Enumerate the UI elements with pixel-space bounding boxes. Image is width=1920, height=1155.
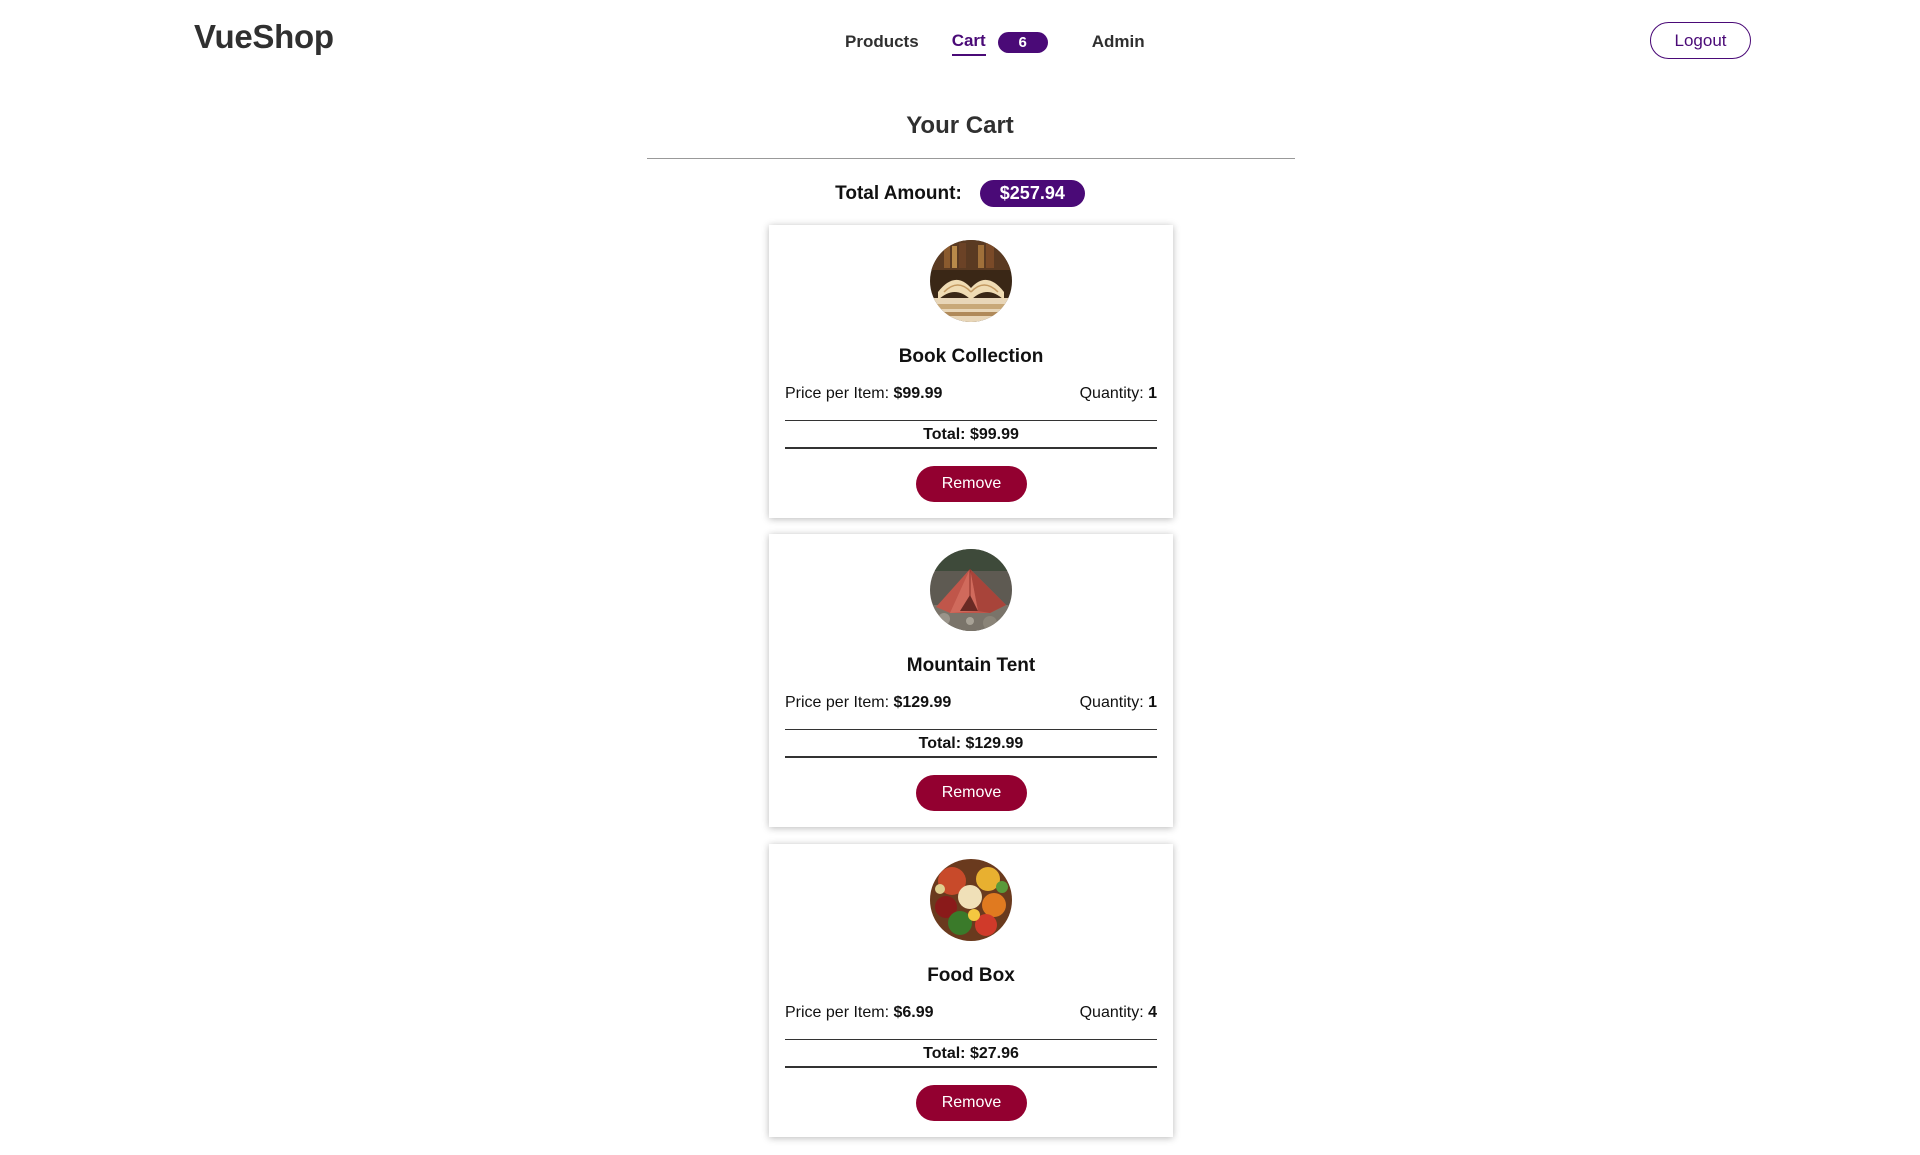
cart-total-row: Total Amount: $257.94 <box>0 180 1920 207</box>
title-divider <box>647 158 1295 159</box>
main-nav: Products Cart 6 Admin <box>845 28 1145 56</box>
product-name: Mountain Tent <box>906 655 1036 676</box>
item-total: Total: $27.96 <box>785 1039 1157 1068</box>
remove-button[interactable]: Remove <box>916 466 1027 502</box>
item-total-value: $99.99 <box>969 426 1019 443</box>
top-navbar: VueShop Products Cart 6 Admin Logout <box>0 0 1920 82</box>
red-tent-photo-icon <box>930 549 1012 631</box>
remove-button[interactable]: Remove <box>916 775 1027 811</box>
item-total: Total: $129.99 <box>785 729 1157 758</box>
nav-admin-link[interactable]: Admin <box>1092 32 1145 52</box>
price-value: $129.99 <box>893 694 952 711</box>
cart-item-card: Mountain Tent Price per Item: $129.99 Qu… <box>769 534 1173 827</box>
open-book-photo-icon <box>930 240 1012 322</box>
item-info-row: Price per Item: $129.99 Quantity: 1 <box>785 694 1157 712</box>
item-info-row: Price per Item: $99.99 Quantity: 1 <box>785 385 1157 403</box>
cart-count-badge[interactable]: 6 <box>997 31 1048 53</box>
product-image <box>930 240 1012 322</box>
item-total-value: $27.96 <box>969 1045 1019 1062</box>
product-image <box>930 859 1012 941</box>
cart-item-card: Food Box Price per Item: $6.99 Quantity:… <box>769 844 1173 1137</box>
nav-products-link[interactable]: Products <box>845 32 919 52</box>
price-per-item: Price per Item: $6.99 <box>785 1004 934 1021</box>
cart-item-card: Book Collection Price per Item: $99.99 Q… <box>769 225 1173 518</box>
quantity-value: 4 <box>1148 1004 1157 1021</box>
logout-button[interactable]: Logout <box>1650 22 1751 59</box>
quantity: Quantity: 4 <box>1079 1004 1157 1021</box>
quantity: Quantity: 1 <box>1079 694 1157 711</box>
price-per-item: Price per Item: $129.99 <box>785 694 952 711</box>
remove-button[interactable]: Remove <box>916 1085 1027 1121</box>
item-total: Total: $99.99 <box>785 420 1157 449</box>
page-title: Your Cart <box>906 112 1014 139</box>
nav-cart-link[interactable]: Cart <box>951 31 986 56</box>
product-name: Book Collection <box>898 346 1044 367</box>
item-total-value: $129.99 <box>965 735 1024 752</box>
quantity: Quantity: 1 <box>1079 385 1157 402</box>
total-amount-badge: $257.94 <box>979 180 1085 207</box>
price-value: $99.99 <box>893 385 943 402</box>
product-name: Food Box <box>927 965 1015 986</box>
item-info-row: Price per Item: $6.99 Quantity: 4 <box>785 1004 1157 1022</box>
quantity-value: 1 <box>1148 694 1157 711</box>
vegetables-photo-icon <box>930 859 1012 941</box>
quantity-value: 1 <box>1148 385 1157 402</box>
total-amount-label: Total Amount: <box>835 182 962 204</box>
product-image <box>930 549 1012 631</box>
price-value: $6.99 <box>893 1004 934 1021</box>
price-per-item: Price per Item: $99.99 <box>785 385 943 402</box>
brand-logo[interactable]: VueShop <box>194 18 334 56</box>
